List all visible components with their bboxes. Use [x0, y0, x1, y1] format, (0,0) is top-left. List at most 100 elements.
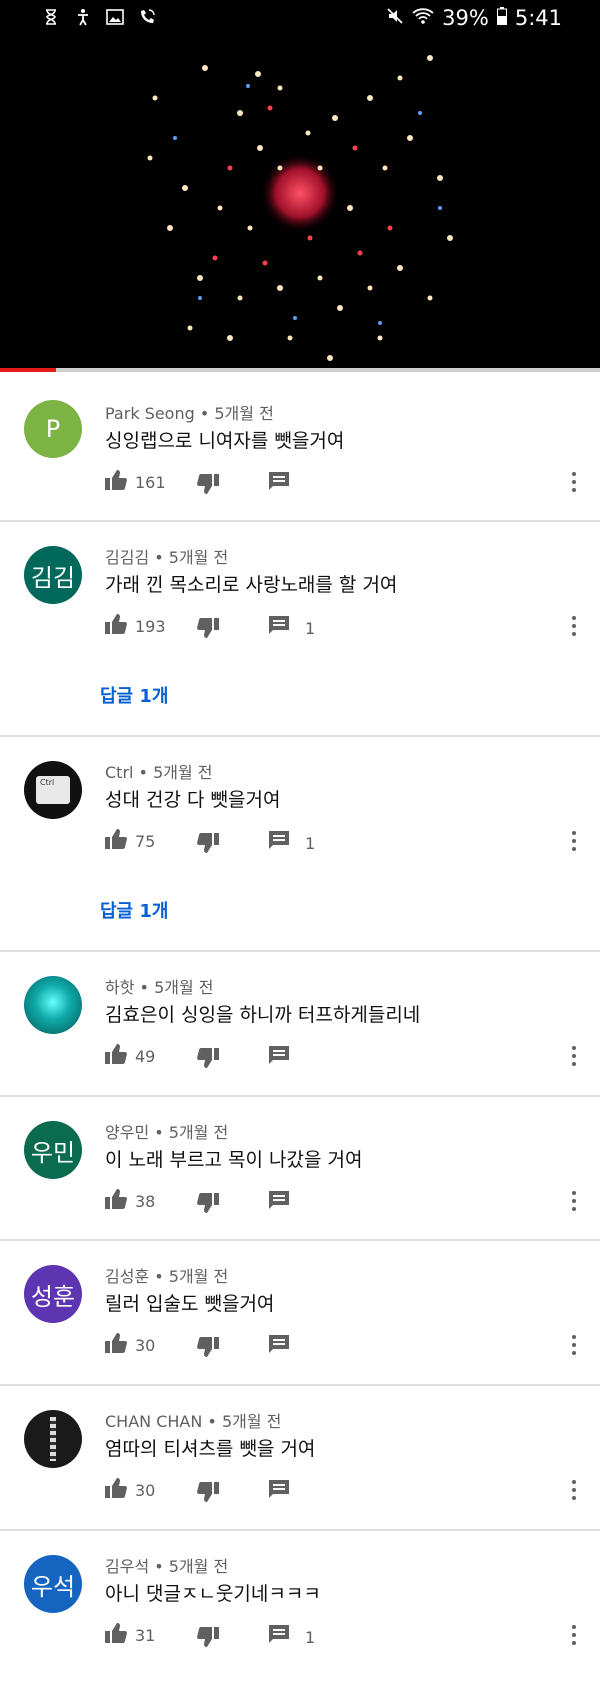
comment-actions: 31 1 [105, 1623, 577, 1651]
like-button[interactable]: 31 [105, 1623, 155, 1647]
reply-button[interactable]: 1 [269, 831, 315, 855]
ctrl-key-image: Ctrl [36, 776, 70, 804]
avatar[interactable]: Ctrl [24, 761, 82, 819]
accessibility-icon [74, 8, 92, 26]
hourglass-icon [42, 8, 60, 26]
comment-meta: 하핫 • 5개월 전 [105, 978, 214, 997]
dislike-button[interactable] [197, 1193, 219, 1217]
status-bar: 39% 5:41 [0, 0, 600, 38]
like-count: 30 [135, 1480, 156, 1500]
thumbs-down-icon [197, 1337, 219, 1361]
battery-icon [496, 6, 507, 30]
comment-thread: CHAN CHAN • 5개월 전 염따의 티셔츠를 뺏을 거여 30 [0, 1386, 600, 1529]
thumbs-up-icon [105, 614, 127, 638]
view-replies-link[interactable]: 답글 1개 [100, 682, 168, 708]
avatar[interactable]: 김김 [24, 546, 82, 604]
comment-meta: 김김김 • 5개월 전 [105, 548, 229, 567]
author-name[interactable]: 하핫 [105, 978, 134, 997]
like-button[interactable]: 193 [105, 614, 166, 638]
reply-button[interactable] [269, 1335, 305, 1359]
avatar[interactable] [24, 1410, 82, 1468]
reply-button[interactable] [269, 1046, 305, 1070]
author-name[interactable]: CHAN CHAN [105, 1412, 202, 1431]
author-name[interactable]: 김김김 [105, 548, 149, 567]
wifi-icon [412, 6, 434, 30]
like-button[interactable]: 30 [105, 1333, 155, 1357]
comment-icon [269, 472, 289, 496]
author-name[interactable]: Park Seong [105, 404, 195, 423]
thumbs-up-icon [105, 1333, 127, 1357]
dislike-button[interactable] [197, 618, 219, 642]
comment-age: 5개월 전 [154, 978, 214, 997]
more-options-icon[interactable] [571, 614, 577, 638]
avatar[interactable]: 우석 [24, 1555, 82, 1613]
reply-count: 1 [305, 1627, 316, 1647]
more-options-icon[interactable] [571, 470, 577, 494]
avatar[interactable]: 성훈 [24, 1265, 82, 1323]
reply-button[interactable] [269, 1191, 305, 1215]
more-options-icon[interactable] [571, 1333, 577, 1357]
dislike-button[interactable] [197, 1337, 219, 1361]
comment-age: 5개월 전 [168, 1123, 229, 1142]
reply-button[interactable]: 1 [269, 1625, 315, 1649]
dislike-button[interactable] [197, 474, 219, 498]
more-options-icon[interactable] [571, 829, 577, 853]
thumbs-down-icon [197, 833, 219, 857]
reply-button[interactable]: 1 [269, 616, 315, 640]
reply-button[interactable] [269, 472, 305, 496]
mute-icon [386, 6, 404, 30]
reply-button[interactable] [269, 1480, 305, 1504]
comment-actions: 49 [105, 1044, 577, 1072]
comment-thread: 우석 김우석 • 5개월 전 아니 댓글ㅈㄴ웃기네ㅋㅋㅋ 31 1 [0, 1531, 600, 1698]
like-button[interactable]: 30 [105, 1478, 155, 1502]
comment-age: 5개월 전 [168, 548, 229, 567]
comment-actions: 75 1 [105, 829, 577, 857]
author-name[interactable]: 김성훈 [105, 1267, 149, 1286]
comment-text: 성대 건강 다 뺏을거여 [105, 789, 281, 811]
more-options-icon[interactable] [571, 1044, 577, 1068]
comment-thread: P Park Seong • 5개월 전 싱잉랩으로 니여자를 뺏을거여 161 [0, 372, 600, 520]
comment-thread: Ctrl Ctrl • 5개월 전 성대 건강 다 뺏을거여 75 1 답글 1… [0, 737, 600, 950]
like-button[interactable]: 38 [105, 1189, 155, 1213]
comment-text: 이 노래 부르고 목이 나갔을 거여 [105, 1149, 363, 1171]
avatar[interactable]: 우민 [24, 1121, 82, 1179]
comment-text: 가래 낀 목소리로 사랑노래를 할 거여 [105, 574, 398, 596]
comment-meta: CHAN CHAN • 5개월 전 [105, 1412, 282, 1431]
dislike-button[interactable] [197, 1482, 219, 1506]
author-name[interactable]: 양우민 [105, 1123, 149, 1142]
like-button[interactable]: 49 [105, 1044, 155, 1068]
like-count: 49 [135, 1046, 156, 1066]
video-player[interactable] [0, 38, 600, 370]
comment-icon [269, 1191, 289, 1215]
dislike-button[interactable] [197, 1048, 219, 1072]
more-options-icon[interactable] [571, 1189, 577, 1213]
more-options-icon[interactable] [571, 1623, 577, 1647]
reply-count: 1 [305, 833, 316, 853]
author-name[interactable]: 김우석 [105, 1557, 149, 1576]
comment-thread: 김김 김김김 • 5개월 전 가래 낀 목소리로 사랑노래를 할 거여 193 … [0, 522, 600, 735]
comment-actions: 30 [105, 1478, 577, 1506]
author-name[interactable]: Ctrl [105, 763, 133, 782]
avatar[interactable]: P [24, 400, 82, 458]
view-replies-link[interactable]: 답글 1개 [100, 897, 168, 923]
comment-text: 아니 댓글ㅈㄴ웃기네ㅋㅋㅋ [105, 1583, 321, 1605]
more-options-icon[interactable] [571, 1478, 577, 1502]
reply-count: 1 [305, 618, 316, 638]
like-button[interactable]: 75 [105, 829, 155, 853]
like-count: 193 [135, 616, 166, 636]
thumbs-up-icon [105, 1623, 127, 1647]
comment-thread: 성훈 김성훈 • 5개월 전 릴러 입술도 뺏을거여 30 [0, 1241, 600, 1384]
comment-icon [269, 1625, 289, 1649]
comment-age: 5개월 전 [153, 763, 213, 782]
thumbs-up-icon [105, 1478, 127, 1502]
comment-age: 5개월 전 [168, 1267, 229, 1286]
comment-icon [269, 616, 289, 640]
dislike-button[interactable] [197, 833, 219, 857]
comment-age: 5개월 전 [214, 404, 274, 423]
thumbs-down-icon [197, 1193, 219, 1217]
shirt-image [50, 1417, 56, 1461]
dislike-button[interactable] [197, 1627, 219, 1651]
like-button[interactable]: 161 [105, 470, 166, 494]
avatar[interactable] [24, 976, 82, 1034]
like-count: 75 [135, 831, 156, 851]
